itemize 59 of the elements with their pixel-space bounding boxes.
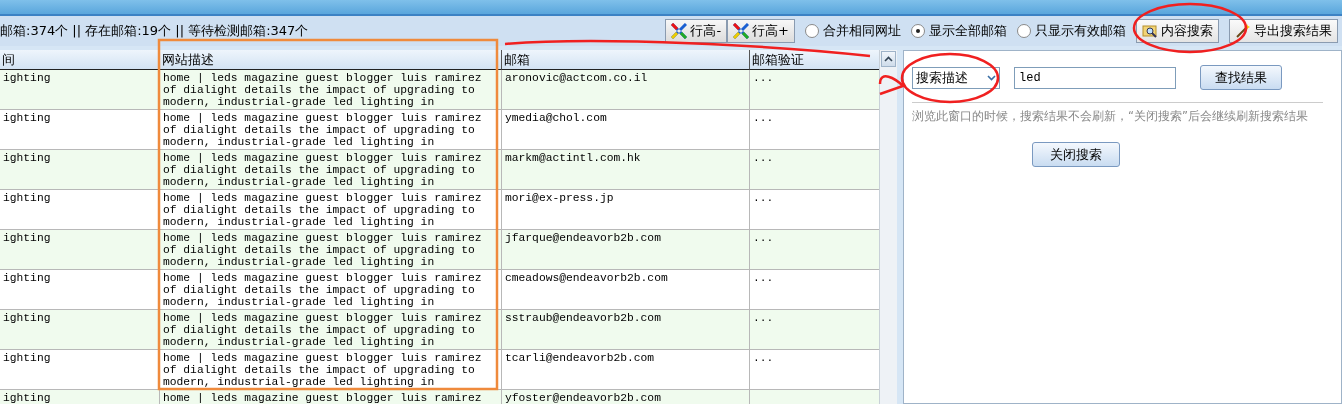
- radio-button[interactable]: [805, 24, 819, 38]
- email-cell: jfarque@endeavorb2b.com: [502, 230, 750, 270]
- table-cell: ighting: [0, 70, 160, 110]
- magnifier-folder-icon: [1142, 24, 1158, 38]
- verify-cell: ...: [750, 150, 880, 190]
- radio-option[interactable]: 显示全部邮箱: [911, 22, 1007, 40]
- email-cell: mori@ex-press.jp: [502, 190, 750, 230]
- description-cell: home | leds magazine guest blogger luis ramirez of dialight details the impact of upgrading to modern, industrial-grade led lighting in: [160, 70, 502, 110]
- email-cell: ymedia@chol.com: [502, 110, 750, 150]
- export-results-button[interactable]: 导出搜索结果: [1229, 19, 1338, 43]
- colored-arrows-icon: [733, 23, 750, 39]
- table-cell: ighting: [0, 270, 160, 310]
- email-cell: markm@actintl.com.hk: [502, 150, 750, 190]
- chevron-up-icon: [884, 56, 893, 62]
- column-header[interactable]: 间: [0, 50, 160, 70]
- radio-button[interactable]: [911, 24, 925, 38]
- table-cell: ighting: [0, 110, 160, 150]
- email-cell: yfoster@endeavorb2b.com: [502, 390, 750, 404]
- chevron-down-icon: [987, 74, 996, 81]
- description-cell: home | leds magazine guest blogger luis ramirez of dialight details the impact of upgrading to modern, industrial-grade led lighting in: [160, 110, 502, 150]
- description-cell: home | leds magazine guest blogger luis ramirez of dialight details the impact of upgrading to modern, industrial-grade led lighting in: [160, 350, 502, 390]
- table-cell: ighting: [0, 190, 160, 230]
- vertical-scrollbar[interactable]: [879, 50, 897, 404]
- table-cell: ighting: [0, 150, 160, 190]
- email-cell: tcarli@endeavorb2b.com: [502, 350, 750, 390]
- description-cell: home | leds magazine guest blogger luis ramirez of dialight details the impact of upgrading to modern, industrial-grade led lighting in: [160, 190, 502, 230]
- content-search-button[interactable]: 内容搜索: [1136, 19, 1219, 43]
- verify-cell: ...: [750, 310, 880, 350]
- description-cell: home | leds magazine guest blogger luis ramirez of dialight details the impact of upgrading to modern, industrial-grade led lighting in: [160, 150, 502, 190]
- table-cell: ighting: [0, 230, 160, 270]
- search-input-field[interactable]: led: [1014, 66, 1176, 89]
- column-header[interactable]: 邮箱: [502, 50, 750, 70]
- email-cell: cmeadows@endeavorb2b.com: [502, 270, 750, 310]
- search-note: 浏览此窗口的时候，搜索结果不会刷新，“关闭搜索”后会继续刷新搜索结果: [912, 109, 1309, 124]
- email-cell: aronovic@actcom.co.il: [502, 70, 750, 110]
- column-header[interactable]: 网站描述: [160, 50, 502, 70]
- description-cell: home | leds magazine guest blogger luis ramirez of dialight details the impact of upgrading to modern, industrial-grade led lighting in: [160, 270, 502, 310]
- scroll-up-button[interactable]: [881, 51, 896, 67]
- wand-icon: [1235, 23, 1251, 39]
- verify-cell: ...: [750, 230, 880, 270]
- table-cell: ighting: [0, 350, 160, 390]
- table-cell: ighting: [0, 390, 160, 404]
- description-cell: home | leds magazine guest blogger luis ramirez: [160, 390, 502, 404]
- row-height-button[interactable]: 行高+: [727, 19, 795, 43]
- row-height-button[interactable]: 行高-: [665, 19, 728, 43]
- column-header[interactable]: 邮箱验证: [750, 50, 880, 70]
- colored-arrows-icon: [671, 23, 688, 39]
- radio-button[interactable]: [1017, 24, 1031, 38]
- description-cell: home | leds magazine guest blogger luis ramirez of dialight details the impact of upgrading to modern, industrial-grade led lighting in: [160, 310, 502, 350]
- description-cell: home | leds magazine guest blogger luis ramirez of dialight details the impact of upgrading to modern, industrial-grade led lighting in: [160, 230, 502, 270]
- email-cell: sstraub@endeavorb2b.com: [502, 310, 750, 350]
- search-field-dropdown[interactable]: 搜索描述: [912, 66, 1000, 89]
- verify-cell: ...: [750, 70, 880, 110]
- radio-option[interactable]: 只显示有效邮箱: [1017, 22, 1126, 40]
- mailbox-count-status: 邮箱:374个 || 存在邮箱:19个 || 等待检测邮箱:347个: [0, 22, 310, 40]
- find-results-button[interactable]: 查找结果: [1200, 65, 1282, 90]
- radio-option[interactable]: 合并相同网址: [805, 22, 901, 40]
- table-cell: ighting: [0, 310, 160, 350]
- close-search-button[interactable]: 关闭搜索: [1032, 142, 1120, 167]
